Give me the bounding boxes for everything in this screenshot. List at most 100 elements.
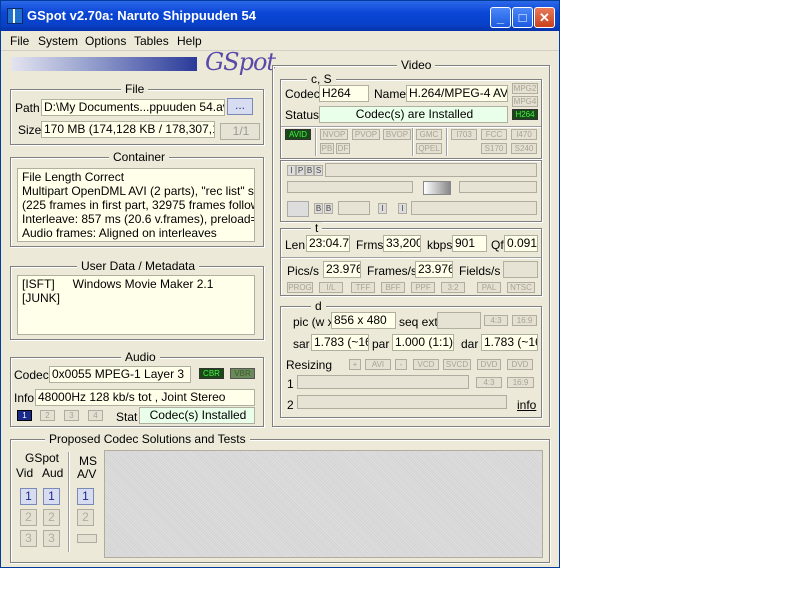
s240-flag: S240: [511, 143, 537, 154]
resize-row-1-label: 1: [287, 377, 294, 391]
pulldown-flag: 3:2: [441, 282, 465, 293]
codec-subgroup: c, S Codec H264 Name H.264/MPEG-4 AVC MP…: [280, 73, 542, 159]
audio-stream-2[interactable]: 2: [40, 410, 55, 421]
frame-track-bar: [459, 181, 537, 193]
vid-solution-3[interactable]: 3: [20, 530, 37, 547]
interlace-flag: I/L: [319, 282, 343, 293]
size-label: Size: [18, 123, 42, 137]
i-frame-badge: I: [287, 165, 296, 176]
resize-row-1-bar: [297, 375, 469, 389]
menu-tables[interactable]: Tables: [134, 34, 169, 48]
sar-label: sar: [293, 337, 310, 351]
title-bar[interactable]: GSpot v2.70a: Naruto Shippuuden 54 _ □ ✕: [1, 1, 559, 31]
ms-solution-3-slot: [77, 534, 97, 543]
video-status-label: Status: [285, 108, 320, 122]
b-marker: B: [314, 203, 323, 214]
info-link[interactable]: info: [517, 398, 536, 412]
resize-minus-button[interactable]: -: [395, 359, 407, 370]
menu-options[interactable]: Options: [85, 34, 126, 48]
maximize-button[interactable]: □: [512, 7, 533, 28]
bvop-flag: BVOP: [383, 129, 411, 140]
resize-plus-button[interactable]: +: [349, 359, 361, 370]
resize-dvd-button[interactable]: DVD: [507, 359, 533, 370]
dar-field: 1.783 (~16:9: [481, 334, 538, 351]
fields-label: Fields/s: [459, 264, 501, 278]
p-frame-badge: P: [296, 165, 305, 176]
ar-4-3-badge: 4:3: [484, 315, 508, 326]
ms-solution-1[interactable]: 1: [77, 488, 94, 505]
list-item: [JUNK]: [22, 291, 61, 305]
browse-button[interactable]: ...: [227, 98, 253, 115]
prog-flag: PROG: [287, 282, 313, 293]
len-field: 23:04.706: [306, 235, 350, 252]
bff-flag: BFF: [381, 282, 405, 293]
resize-row-2-label: 2: [287, 398, 294, 412]
resize-dvd-button[interactable]: DVD: [477, 359, 501, 370]
pvop-flag: PVOP: [352, 129, 380, 140]
aud-solution-3[interactable]: 3: [43, 530, 60, 547]
close-button[interactable]: ✕: [534, 7, 555, 28]
audio-group: Audio Codec 0x0055 MPEG-1 Layer 3 CBR VB…: [10, 351, 264, 427]
audio-stream-1[interactable]: 1: [17, 410, 32, 421]
path-field[interactable]: D:\My Documents...ppuuden 54.avi: [41, 99, 225, 116]
video-status-field: Codec(s) are Installed: [319, 106, 508, 123]
vid-solution-2[interactable]: 2: [20, 509, 37, 526]
container-line: File Length Correct: [22, 170, 125, 184]
b-marker: B: [324, 203, 333, 214]
kbps-field: 901: [452, 235, 487, 252]
video-codec-field: H264: [319, 85, 369, 102]
parts-field: 1/1: [220, 123, 260, 140]
ar-4-3-badge: 4:3: [476, 377, 502, 388]
frms-field: 33,200: [383, 235, 421, 252]
avid-flag: AVID: [285, 129, 311, 140]
aud-solution-2[interactable]: 2: [43, 509, 60, 526]
audio-group-title: Audio: [121, 351, 160, 364]
resize-svcd-button[interactable]: SVCD: [443, 359, 471, 370]
menu-system[interactable]: System: [38, 34, 78, 48]
dimensions-subgroup-title: d: [311, 300, 326, 313]
menu-file[interactable]: File: [10, 34, 29, 48]
container-line: (225 frames in first part, 32975 frames …: [22, 198, 255, 212]
ntsc-flag: NTSC: [507, 282, 535, 293]
qpel-flag: QPEL: [416, 143, 442, 154]
audio-stat-label: Stat: [116, 410, 138, 424]
h264-badge: H264: [512, 109, 538, 120]
resize-avi-button[interactable]: AVI: [365, 359, 391, 370]
video-group-title: Video: [397, 59, 436, 72]
menu-help[interactable]: Help: [177, 34, 202, 48]
audio-info-field: 48000Hz 128 kb/s tot , Joint Stereo: [35, 389, 255, 406]
container-line: Interleave: 857 ms (20.6 v.frames), prel…: [22, 212, 255, 226]
seqext-field: [437, 312, 481, 329]
container-group-title: Container: [109, 151, 170, 164]
audio-stat-field: Codec(s) Installed: [139, 407, 255, 424]
par-field: 1.000 (1:1): [392, 334, 454, 351]
gspot-window: GSpot v2.70a: Naruto Shippuuden 54 _ □ ✕…: [0, 0, 560, 568]
aud-solution-1[interactable]: 1: [43, 488, 60, 505]
divider: [281, 257, 541, 259]
video-name-field: H.264/MPEG-4 AVC: [406, 85, 508, 102]
ms-solution-2[interactable]: 2: [77, 509, 94, 526]
video-group: Video c, S Codec H264 Name H.264/MPEG-4 …: [272, 59, 550, 427]
timing-subgroup-title: t: [311, 222, 323, 235]
aud-col-label: Aud: [42, 466, 64, 480]
video-name-label: Name: [374, 87, 407, 101]
solutions-panel: [104, 450, 543, 558]
audio-stream-3[interactable]: 3: [64, 410, 79, 421]
tff-flag: TFF: [351, 282, 375, 293]
frames-field: 23.976: [415, 261, 453, 278]
minimize-button[interactable]: _: [490, 7, 511, 28]
frms-label: Frms: [356, 238, 384, 252]
pic-label: pic (w x: [293, 315, 334, 329]
av-col-label: A/V: [77, 467, 97, 481]
mpg2-badge: MPG2: [512, 83, 538, 94]
audio-stream-4[interactable]: 4: [88, 410, 103, 421]
b-frame-badge: B: [305, 165, 314, 176]
divider: [412, 128, 414, 156]
path-label: Path: [15, 101, 40, 115]
vbr-flag: VBR: [230, 368, 255, 379]
divider: [68, 452, 70, 552]
sar-field: 1.783 (~16:9: [311, 334, 369, 351]
resize-vcd-button[interactable]: VCD: [413, 359, 439, 370]
vid-solution-1[interactable]: 1: [20, 488, 37, 505]
app-icon[interactable]: [7, 8, 23, 24]
